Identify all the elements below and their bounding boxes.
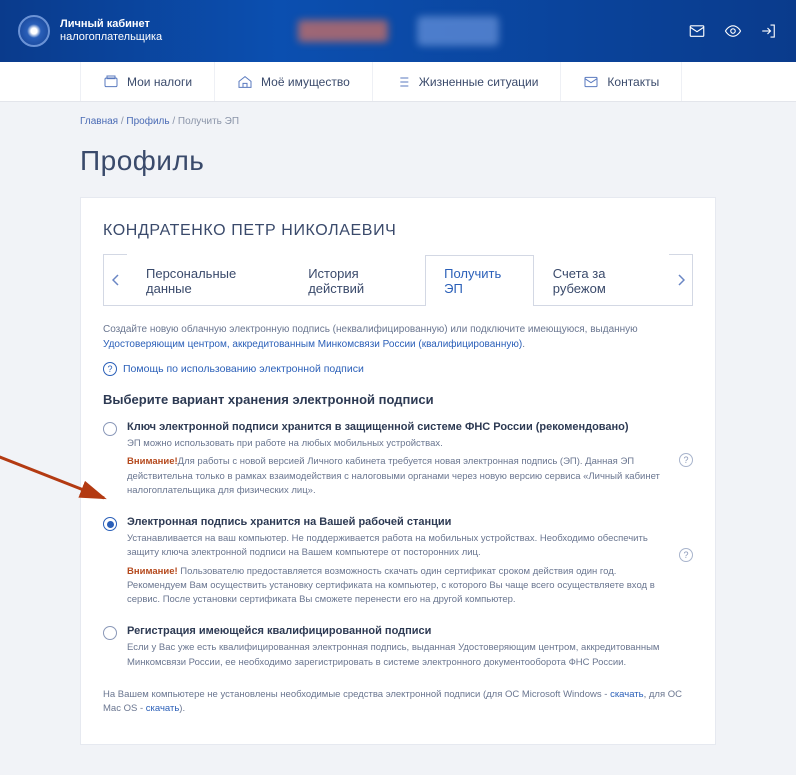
house-icon bbox=[237, 74, 253, 90]
question-icon: ? bbox=[103, 362, 117, 376]
logout-icon[interactable] bbox=[760, 22, 778, 40]
tabs-scroll-left[interactable] bbox=[103, 254, 127, 305]
nav-item-situations[interactable]: Жизненные ситуации bbox=[373, 62, 562, 101]
option-fns-system: Ключ электронной подписи хранится в защи… bbox=[103, 421, 693, 502]
download-windows-link[interactable]: скачать bbox=[610, 689, 644, 700]
tabs-scroll-right[interactable] bbox=[669, 254, 693, 305]
help-link[interactable]: ? Помощь по использованию электронной по… bbox=[103, 362, 693, 376]
eye-icon[interactable] bbox=[724, 22, 742, 40]
user-name: КОНДРАТЕНКО ПЕТР НИКОЛАЕВИЧ bbox=[103, 222, 693, 240]
download-macos-link[interactable]: скачать bbox=[146, 703, 180, 714]
option-existing-signature: Регистрация имеющейся квалифицированной … bbox=[103, 625, 693, 674]
tabs-row: Персональные данные История действий Пол… bbox=[103, 254, 693, 306]
breadcrumb-home[interactable]: Главная bbox=[80, 116, 118, 127]
tab-personal-data[interactable]: Персональные данные bbox=[127, 255, 289, 306]
page-title: Профиль bbox=[0, 127, 796, 187]
mail-icon[interactable] bbox=[688, 22, 706, 40]
nav-item-taxes[interactable]: Мои налоги bbox=[80, 62, 215, 101]
envelope-icon bbox=[583, 74, 599, 90]
breadcrumb: Главная / Профиль / Получить ЭП bbox=[0, 102, 796, 127]
radio-option-0[interactable] bbox=[103, 422, 117, 436]
breadcrumb-current: Получить ЭП bbox=[178, 116, 239, 127]
intro-text: Создайте новую облачную электронную подп… bbox=[103, 322, 693, 352]
option-desc: Если у Вас уже есть квалифицированная эл… bbox=[127, 641, 671, 670]
nav-item-property[interactable]: Моё имущество bbox=[215, 62, 373, 101]
option-desc: Устанавливается на ваш компьютер. Не под… bbox=[127, 532, 671, 561]
profile-card: КОНДРАТЕНКО ПЕТР НИКОЛАЕВИЧ Персональные… bbox=[80, 197, 716, 745]
header: Личный кабинет налогоплательщика bbox=[0, 0, 796, 62]
option-title: Регистрация имеющейся квалифицированной … bbox=[127, 625, 671, 637]
option-warning: Внимание!Для работы с новой версией Личн… bbox=[127, 455, 671, 498]
tab-get-signature[interactable]: Получить ЭП bbox=[425, 255, 534, 306]
logo-emblem bbox=[18, 15, 50, 47]
section-title: Выберите вариант хранения электронной по… bbox=[103, 392, 693, 407]
footnote-install: На Вашем компьютере не установлены необх… bbox=[103, 688, 693, 717]
logo-text: Личный кабинет налогоплательщика bbox=[60, 18, 162, 44]
intro-link[interactable]: Удостоверяющим центром, аккредитованным … bbox=[103, 339, 522, 350]
wallet-icon bbox=[103, 74, 119, 90]
radio-option-1[interactable] bbox=[103, 517, 117, 531]
option-help-icon[interactable]: ? bbox=[679, 548, 693, 562]
option-warning: Внимание! Пользователю предоставляется в… bbox=[127, 565, 671, 608]
option-title: Ключ электронной подписи хранится в защи… bbox=[127, 421, 671, 433]
option-desc: ЭП можно использовать при работе на любы… bbox=[127, 437, 671, 451]
nav-item-contacts[interactable]: Контакты bbox=[561, 62, 682, 101]
tab-foreign-accounts[interactable]: Счета за рубежом bbox=[534, 255, 669, 306]
option-title: Электронная подпись хранится на Вашей ра… bbox=[127, 516, 671, 528]
header-center-blurred bbox=[298, 17, 498, 45]
option-help-icon[interactable]: ? bbox=[679, 453, 693, 467]
option-workstation: Электронная подпись хранится на Вашей ра… bbox=[103, 516, 693, 611]
tab-history[interactable]: История действий bbox=[289, 255, 425, 306]
chevron-right-icon bbox=[677, 274, 685, 286]
radio-option-2[interactable] bbox=[103, 626, 117, 640]
logo-block[interactable]: Личный кабинет налогоплательщика bbox=[18, 15, 162, 47]
breadcrumb-profile[interactable]: Профиль bbox=[126, 116, 169, 127]
chevron-left-icon bbox=[112, 274, 120, 286]
main-nav: Мои налоги Моё имущество Жизненные ситуа… bbox=[0, 62, 796, 102]
list-icon bbox=[395, 74, 411, 90]
